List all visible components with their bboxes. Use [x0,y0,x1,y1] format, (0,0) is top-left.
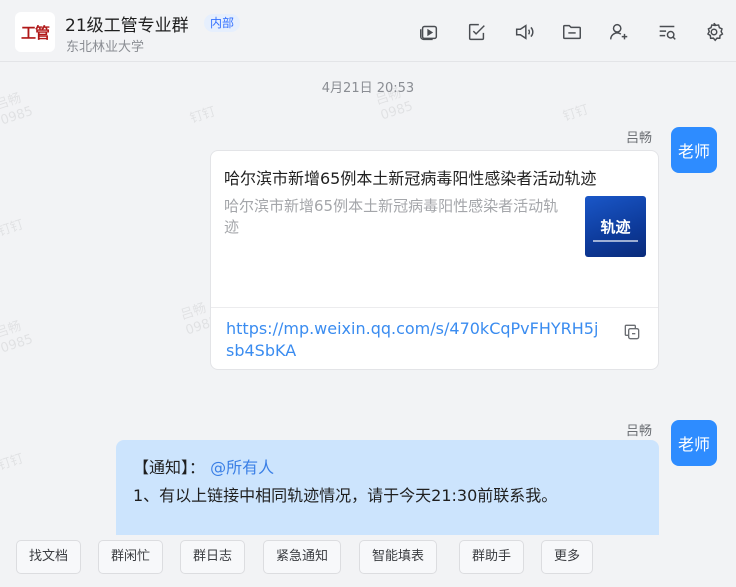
sender-avatar[interactable]: 老师 [671,127,717,173]
organization-name: 东北林业大学 [66,40,145,55]
card-title: 哈尔滨市新增65例本土新冠病毒阳性感染者活动轨迹 [224,169,597,188]
group-avatar[interactable]: 工管 [15,12,55,52]
folder-icon[interactable] [560,20,584,44]
card-thumbnail: 轨迹 [585,196,646,257]
find-docs-button[interactable]: 找文档 [16,540,82,574]
copy-icon[interactable] [621,321,643,343]
watermark: 钉钉 [0,451,26,474]
search-records-icon[interactable] [655,20,679,44]
sender-name[interactable]: 吕畅 [626,127,652,146]
card-divider [211,307,658,308]
link-card[interactable]: 哈尔滨市新增65例本土新冠病毒阳性感染者活动轨迹 哈尔滨市新增65例本土新冠病毒… [210,150,659,370]
notice-body-line: 1、有以上链接中相同轨迹情况，请于今天21:30前联系我。 [133,486,558,505]
todo-check-icon[interactable] [465,20,489,44]
card-url-link[interactable]: https://mp.weixin.qq.com/s/470kCqPvFHYRH… [226,318,601,362]
watermark: 钉钉 [188,104,218,127]
quick-action-bar: 找文档 群闲忙 群日志 紧急通知 智能填表 群助手 更多 [0,535,736,587]
chat-header: 工管 21级工管专业群 内部 东北林业大学 [0,0,736,62]
card-description: 哈尔滨市新增65例本土新冠病毒阳性感染者活动轨迹 [224,197,559,236]
announce-icon[interactable] [512,20,536,44]
sender-avatar[interactable]: 老师 [671,420,717,466]
watermark: 钉钉 [0,217,26,240]
more-button[interactable]: 更多 [541,540,594,574]
urgent-notice-button[interactable]: 紧急通知 [263,540,342,574]
video-icon[interactable] [417,20,441,44]
notice-message-bubble[interactable]: 【通知】： @所有人 1、有以上链接中相同轨迹情况，请于今天21:30前联系我。 [116,440,659,535]
message-list[interactable]: 吕畅 0985 吕畅 0985 钉钉 钉钉 钉钉 吕畅 0985 吕畅 0985 钉钉 … [0,63,736,535]
group-log-button[interactable]: 群日志 [180,540,246,574]
group-title[interactable]: 21级工管专业群 [65,11,189,36]
notice-heading: 【通知】： @所有人 [133,458,275,477]
settings-icon[interactable] [702,20,726,44]
internal-badge: 内部 [204,14,241,32]
message-timestamp: 4月21日 20:53 [321,81,415,96]
watermark: 吕畅 0985 [0,318,35,357]
group-busy-button[interactable]: 群闲忙 [98,540,164,574]
mention-all-link[interactable]: @所有人 [210,458,274,477]
smart-form-button[interactable]: 智能填表 [359,540,438,574]
watermark: 钉钉 [561,102,591,125]
sender-name[interactable]: 吕畅 [626,420,652,439]
add-member-icon[interactable] [607,20,631,44]
group-assistant-button[interactable]: 群助手 [459,540,525,574]
